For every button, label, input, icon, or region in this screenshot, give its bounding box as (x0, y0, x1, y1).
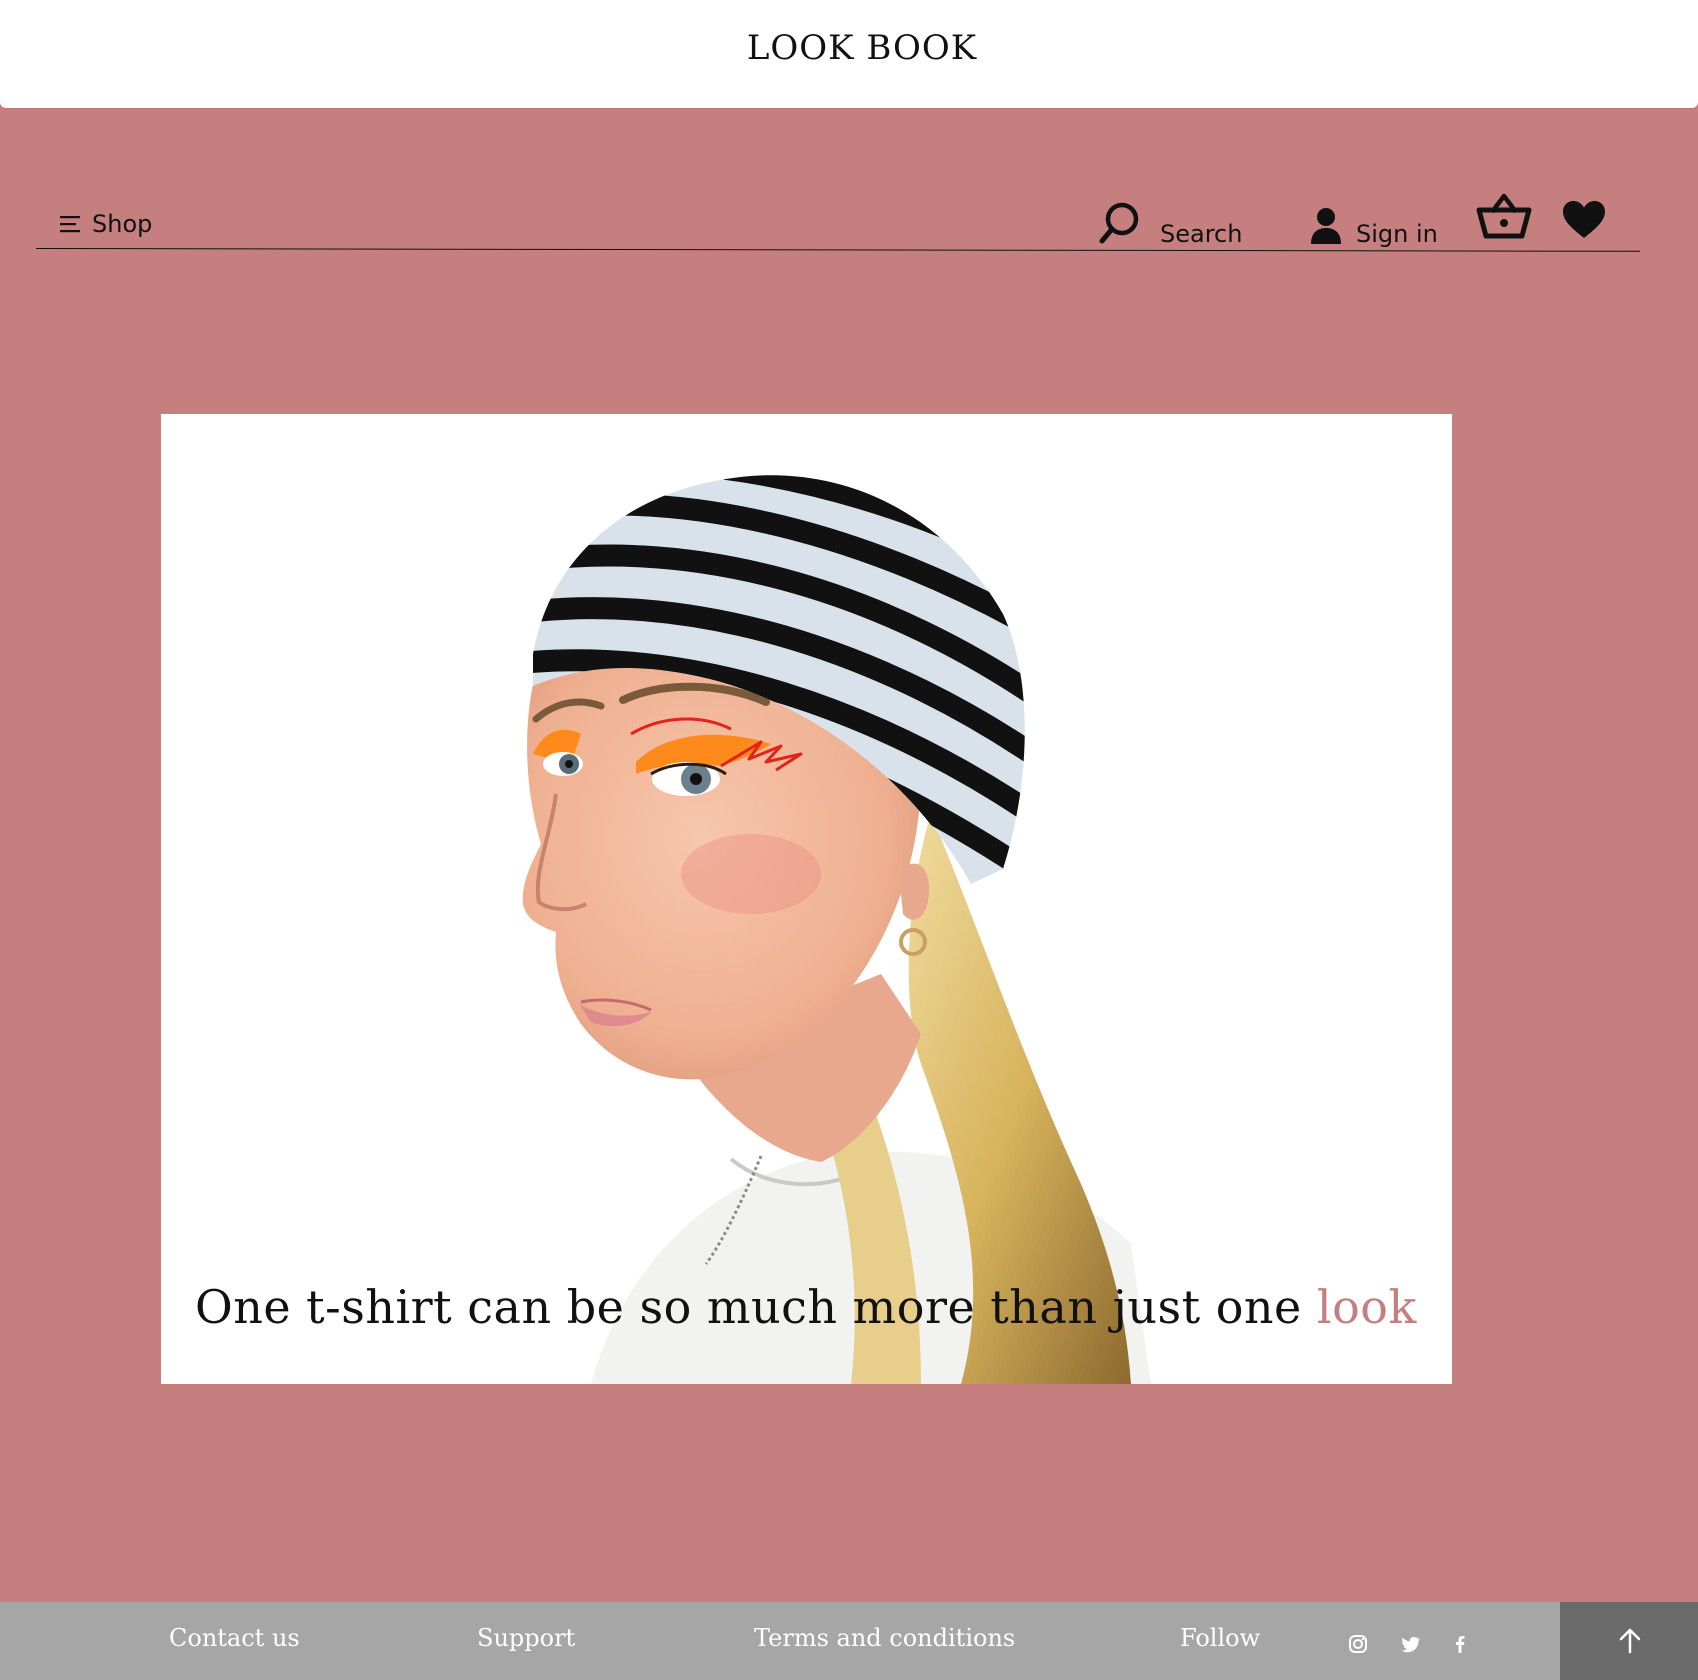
back-to-top-button[interactable] (1560, 1602, 1698, 1680)
wishlist-button[interactable] (1562, 200, 1606, 240)
hero-section: One t-shirt can be so much more than jus… (161, 414, 1452, 1384)
footer-support-link[interactable]: Support (477, 1624, 575, 1652)
hero-image (522, 475, 1151, 1384)
search-label: Search (1160, 220, 1243, 248)
facebook-icon[interactable] (1450, 1634, 1470, 1654)
site-header: LOOK BOOK (0, 0, 1698, 108)
arrow-up-icon (1619, 1628, 1641, 1654)
shop-label: Shop (92, 210, 153, 238)
shop-menu-button[interactable]: Shop (60, 210, 152, 238)
site-footer: Contact us Support Terms and conditions … (0, 1602, 1698, 1680)
twitter-icon[interactable] (1400, 1634, 1420, 1654)
search-icon (1099, 202, 1139, 244)
basket-button[interactable] (1476, 190, 1532, 240)
tagline-main: One t-shirt can be so much more than jus… (195, 1280, 1317, 1334)
tagline-accent: look (1316, 1280, 1417, 1334)
sign-in-button[interactable]: Sign in (1310, 204, 1438, 248)
heart-icon (1563, 201, 1605, 238)
sign-in-label: Sign in (1356, 220, 1438, 248)
footer-follow-label: Follow (1180, 1624, 1261, 1652)
instagram-icon[interactable] (1348, 1634, 1368, 1654)
menu-icon (60, 216, 80, 233)
footer-contact-link[interactable]: Contact us (169, 1624, 300, 1652)
basket-icon (1476, 193, 1532, 239)
search-button[interactable]: Search (1098, 198, 1242, 248)
hero-tagline: One t-shirt can be so much more than jus… (195, 1280, 1417, 1334)
user-icon (1311, 208, 1341, 244)
footer-terms-link[interactable]: Terms and conditions (754, 1624, 1015, 1652)
brand-logo[interactable]: LOOK BOOK (0, 28, 1698, 68)
